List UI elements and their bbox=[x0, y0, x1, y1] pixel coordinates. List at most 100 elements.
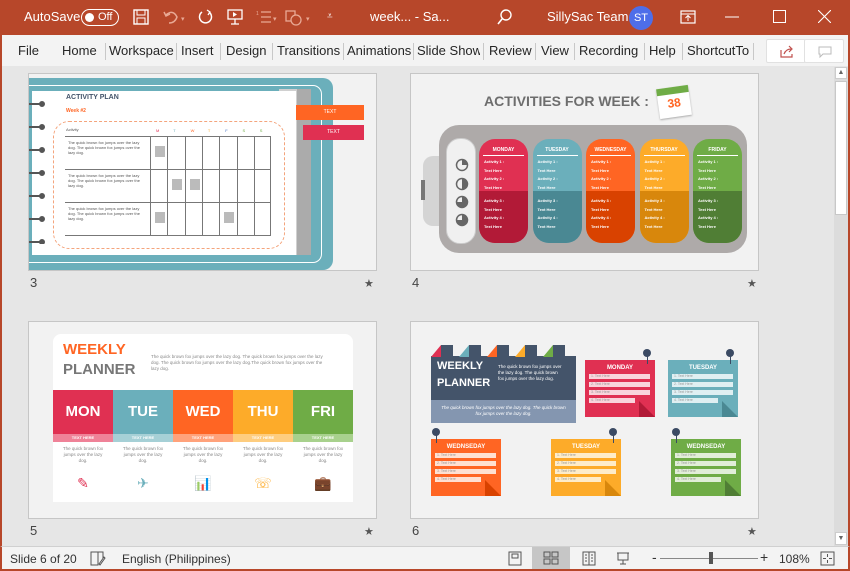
activity-item: Activity 2 : bbox=[644, 176, 665, 181]
slide5-intro: The quick brown fox jumps over the lazy … bbox=[151, 354, 323, 371]
save-icon[interactable] bbox=[133, 9, 149, 25]
tab-separator bbox=[753, 43, 754, 60]
tab-animations[interactable]: Animations bbox=[347, 43, 411, 58]
ribbon-display-icon[interactable] bbox=[680, 10, 696, 24]
grid-cell bbox=[219, 203, 236, 236]
page-curl bbox=[485, 480, 501, 496]
page-curl bbox=[639, 401, 655, 417]
page-curl bbox=[722, 401, 738, 417]
sticky-note-line: 3. Text Here bbox=[672, 390, 733, 395]
sticky-note-line: 3. Text Here bbox=[675, 469, 736, 474]
activity-item: Text Here bbox=[698, 167, 716, 173]
tab-separator bbox=[535, 43, 536, 60]
activity-item: Activity 4 : bbox=[644, 215, 665, 220]
user-name[interactable]: SillySac Team bbox=[547, 9, 628, 24]
tab-separator bbox=[644, 43, 645, 60]
tab-separator bbox=[220, 43, 221, 60]
vertical-scrollbar[interactable]: ▲ ▼ bbox=[834, 67, 848, 546]
scroll-down-icon[interactable]: ▼ bbox=[835, 532, 847, 545]
airplane-icon: ✈ bbox=[137, 475, 149, 491]
day-block: TUE bbox=[113, 390, 173, 434]
slide-thumbnail-5[interactable]: WEEKLY PLANNER The quick brown fox jumps… bbox=[28, 321, 377, 519]
tab-transitions[interactable]: Transitions bbox=[277, 43, 340, 58]
tab-home[interactable]: Home bbox=[62, 43, 97, 58]
slide-thumbnail-3[interactable]: ACTIVITY PLAN Week #2 Activity M T W T F S S T… bbox=[28, 73, 377, 271]
fit-to-window-icon[interactable] bbox=[820, 551, 835, 566]
zoom-level[interactable]: 108% bbox=[779, 552, 810, 566]
tab-view[interactable]: View bbox=[541, 43, 569, 58]
avatar[interactable]: ST bbox=[629, 6, 653, 30]
numbering-icon[interactable]: 1▾ bbox=[255, 9, 279, 26]
svg-text:▾: ▾ bbox=[306, 16, 310, 23]
tab-file[interactable]: File bbox=[18, 43, 39, 58]
timer-column bbox=[446, 138, 476, 244]
scroll-up-icon[interactable]: ▲ bbox=[835, 67, 847, 79]
present-icon[interactable] bbox=[227, 9, 243, 26]
activity-item: Activity 3 : bbox=[591, 198, 612, 203]
svg-text:▾: ▾ bbox=[181, 16, 185, 23]
shapes-icon[interactable]: ▾ bbox=[285, 9, 315, 26]
day-description: The quick brown fox jumps over the lazy … bbox=[242, 446, 284, 463]
search-icon[interactable] bbox=[497, 9, 513, 25]
grid-cell bbox=[167, 137, 184, 170]
activity-item: Text Here bbox=[537, 206, 556, 212]
language-indicator[interactable]: English (Philippines) bbox=[122, 552, 231, 566]
day-pill: THURSDAY Activity 1 : Text Here Activity 2 … bbox=[639, 139, 689, 243]
tab-help[interactable]: Help bbox=[649, 43, 676, 58]
comments-icon bbox=[818, 46, 832, 58]
pin-needle bbox=[729, 356, 731, 364]
slide-thumbnail-4[interactable]: ACTIVITIES FOR WEEK : 38 MONDAY Activity … bbox=[410, 73, 759, 271]
tab-slide-show[interactable]: Slide Show bbox=[417, 43, 480, 58]
activity-item: Activity 2 : bbox=[698, 176, 719, 181]
sticky-note-line: 3. Text Here bbox=[435, 469, 496, 474]
tab-separator bbox=[105, 43, 106, 60]
sticky-note-title: MONDAY bbox=[606, 365, 634, 371]
day-header: F bbox=[225, 128, 228, 133]
sticky-note-line: 4. Text Here bbox=[589, 398, 635, 403]
sticky-note-line: 2. Text Here bbox=[435, 461, 496, 466]
animation-star-icon[interactable]: ★ bbox=[364, 525, 374, 538]
table-row: The quick brown fox jumps over the lazy … bbox=[65, 169, 271, 203]
tab-shortcutto[interactable]: ShortcutTo bbox=[687, 43, 749, 58]
activity-item: Activity 4 : bbox=[537, 215, 558, 220]
day-header: W bbox=[190, 128, 195, 133]
customize-qat-icon[interactable]: ⩡ bbox=[327, 11, 333, 22]
grid-cell bbox=[184, 137, 202, 170]
scrollbar-thumb[interactable] bbox=[835, 81, 847, 215]
slide-thumbnail-6[interactable]: WEEKLY PLANNER The quick brown fox jumps… bbox=[410, 321, 759, 519]
autosave-toggle[interactable]: Off bbox=[81, 9, 119, 26]
animation-star-icon[interactable]: ★ bbox=[364, 277, 374, 290]
sticky-note-title: WEDNSEDAY bbox=[446, 444, 486, 450]
close-icon[interactable] bbox=[818, 10, 831, 23]
normal-view-icon[interactable] bbox=[508, 551, 522, 566]
zoom-out-button[interactable]: - bbox=[652, 549, 657, 565]
comments-button[interactable] bbox=[804, 39, 844, 63]
reading-view-icon[interactable] bbox=[582, 551, 596, 566]
animation-star-icon[interactable]: ★ bbox=[747, 277, 757, 290]
ribbon-tabs: File Home Workspace Insert Design Transi… bbox=[0, 35, 850, 66]
tab-review[interactable]: Review bbox=[489, 43, 532, 58]
tab-strip bbox=[431, 344, 576, 357]
tab-workspace[interactable]: Workspace bbox=[109, 43, 174, 58]
sticky-note-line: 2. Text Here bbox=[589, 382, 650, 387]
tab-insert[interactable]: Insert bbox=[181, 43, 214, 58]
tab-recording[interactable]: Recording bbox=[579, 43, 638, 58]
slideshow-view-icon[interactable] bbox=[616, 551, 630, 566]
tab-design[interactable]: Design bbox=[226, 43, 266, 58]
undo-icon[interactable]: ▾ bbox=[163, 9, 187, 25]
animation-star-icon[interactable]: ★ bbox=[747, 525, 757, 538]
activity-item: Activity 3 : bbox=[484, 198, 505, 203]
redo-icon[interactable] bbox=[197, 9, 215, 26]
day-headers: MTWTFSS bbox=[150, 128, 271, 134]
sticky-note-line: 4. Text Here bbox=[672, 398, 718, 403]
grid-cell bbox=[150, 203, 167, 236]
zoom-in-button[interactable]: + bbox=[760, 549, 768, 565]
day-block: THU bbox=[233, 390, 293, 434]
accessibility-icon[interactable] bbox=[90, 551, 106, 566]
maximize-icon[interactable] bbox=[773, 10, 786, 23]
activity-item: Text Here bbox=[484, 223, 502, 229]
zoom-slider-thumb[interactable] bbox=[709, 552, 713, 564]
slide-sorter-view-button[interactable] bbox=[532, 547, 570, 569]
minimize-icon[interactable] bbox=[725, 16, 739, 18]
share-button[interactable] bbox=[766, 39, 806, 63]
